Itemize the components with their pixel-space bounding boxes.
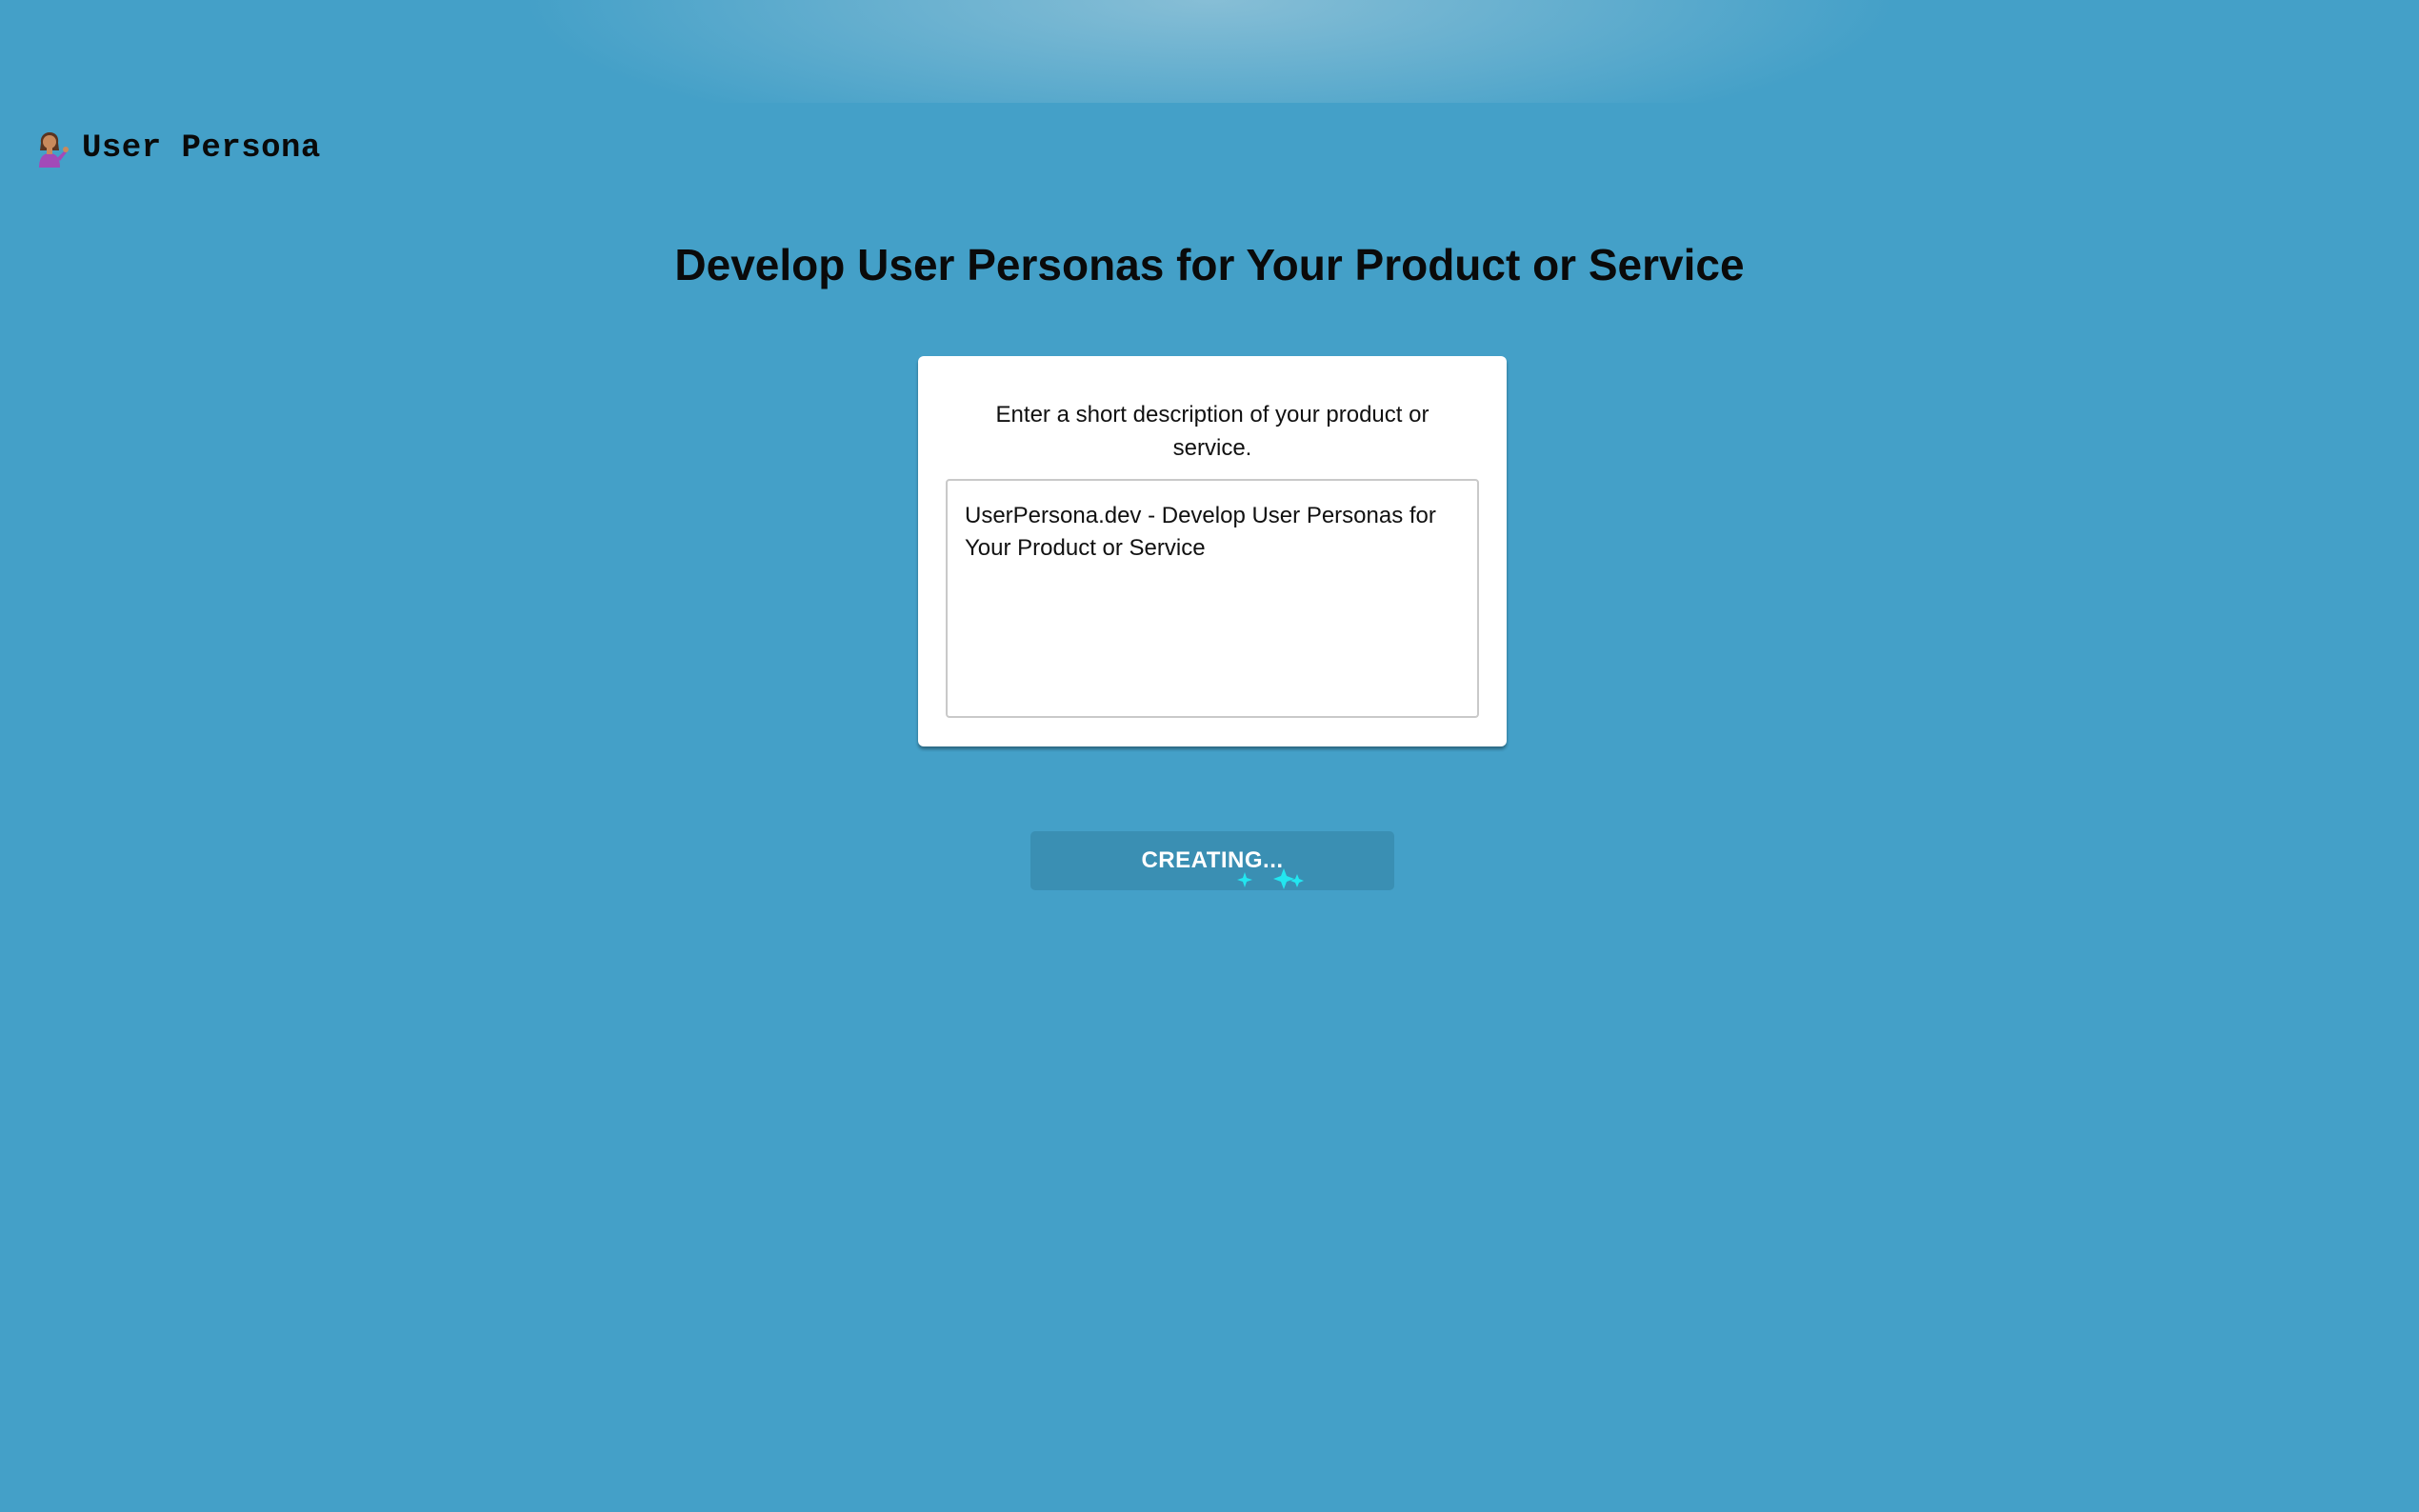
- page-title: Develop User Personas for Your Product o…: [674, 240, 1745, 289]
- brand-logo[interactable]: User Persona: [30, 128, 321, 169]
- description-textarea[interactable]: UserPersona.dev - Develop User Personas …: [946, 479, 1479, 718]
- brand-label: User Persona: [82, 130, 321, 167]
- person-tipping-hand-icon: [39, 132, 69, 168]
- description-prompt: Enter a short description of your produc…: [995, 402, 1429, 461]
- description-card: Enter a short description of your produc…: [918, 356, 1507, 746]
- header-glow: [0, 0, 2419, 103]
- create-button[interactable]: CREATING...: [1030, 831, 1394, 890]
